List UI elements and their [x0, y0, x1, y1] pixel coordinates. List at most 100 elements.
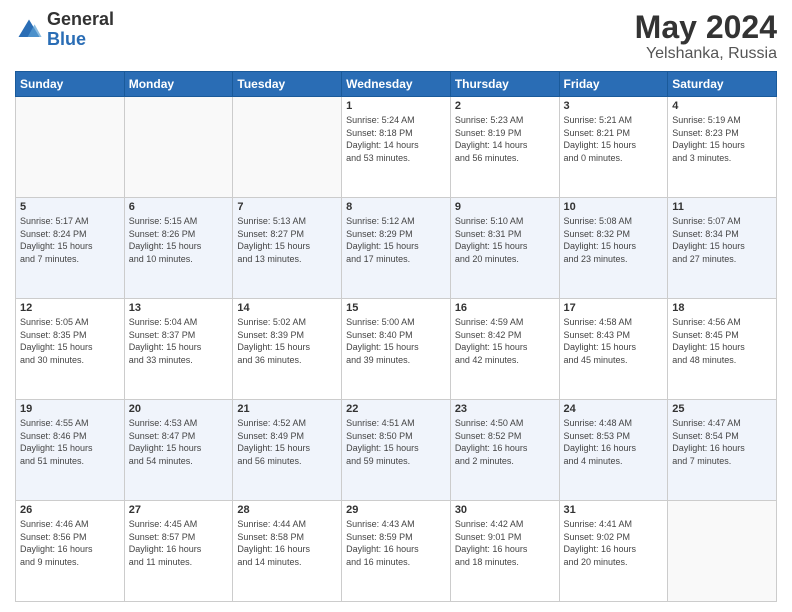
- day-info: Sunrise: 4:53 AMSunset: 8:47 PMDaylight:…: [129, 417, 229, 467]
- day-number: 21: [237, 403, 337, 415]
- day-number: 1: [346, 100, 446, 112]
- day-cell: 14 Sunrise: 5:02 AMSunset: 8:39 PMDayligh…: [233, 299, 342, 400]
- day-info: Sunrise: 4:43 AMSunset: 8:59 PMDaylight:…: [346, 518, 446, 568]
- day-info: Sunrise: 4:51 AMSunset: 8:50 PMDaylight:…: [346, 417, 446, 467]
- day-number: 25: [672, 403, 772, 415]
- day-info: Sunrise: 5:00 AMSunset: 8:40 PMDaylight:…: [346, 316, 446, 366]
- day-cell: 10 Sunrise: 5:08 AMSunset: 8:32 PMDayligh…: [559, 198, 668, 299]
- day-number: 19: [20, 403, 120, 415]
- day-cell: 7Sunrise: 5:13 AMSunset: 8:27 PMDaylight…: [233, 198, 342, 299]
- day-cell: 12 Sunrise: 5:05 AMSunset: 8:35 PMDayligh…: [16, 299, 125, 400]
- day-cell: 20Sunrise: 4:53 AMSunset: 8:47 PMDayligh…: [124, 400, 233, 501]
- day-cell: 28 Sunrise: 4:44 AMSunset: 8:58 PMDayligh…: [233, 501, 342, 602]
- day-cell: 18 Sunrise: 4:56 AMSunset: 8:45 PMDayligh…: [668, 299, 777, 400]
- day-number: 31: [564, 504, 664, 516]
- day-number: 15: [346, 302, 446, 314]
- day-cell: 1 Sunrise: 5:24 AMSunset: 8:18 PMDaylight…: [342, 97, 451, 198]
- day-info: Sunrise: 4:47 AMSunset: 8:54 PMDaylight:…: [672, 417, 772, 467]
- day-number: 14: [237, 302, 337, 314]
- day-info: Sunrise: 4:45 AMSunset: 8:57 PMDaylight:…: [129, 518, 229, 568]
- day-cell: 8 Sunrise: 5:12 AMSunset: 8:29 PMDaylight…: [342, 198, 451, 299]
- day-info: Sunrise: 5:17 AMSunset: 8:24 PMDaylight:…: [20, 215, 120, 265]
- day-info: Sunrise: 5:24 AMSunset: 8:18 PMDaylight:…: [346, 114, 446, 164]
- calendar-table: SundayMondayTuesdayWednesdayThursdayFrid…: [15, 71, 777, 602]
- day-number: 3: [564, 100, 664, 112]
- day-info: Sunrise: 4:55 AMSunset: 8:46 PMDaylight:…: [20, 417, 120, 467]
- week-row-3: 12 Sunrise: 5:05 AMSunset: 8:35 PMDayligh…: [16, 299, 777, 400]
- day-info: Sunrise: 4:52 AMSunset: 8:49 PMDaylight:…: [237, 417, 337, 467]
- day-number: 4: [672, 100, 772, 112]
- header-row: SundayMondayTuesdayWednesdayThursdayFrid…: [16, 72, 777, 97]
- day-info: Sunrise: 4:56 AMSunset: 8:45 PMDaylight:…: [672, 316, 772, 366]
- month-year: May 2024: [635, 10, 777, 45]
- logo-general: General: [47, 9, 114, 29]
- day-info: Sunrise: 5:10 AMSunset: 8:31 PMDaylight:…: [455, 215, 555, 265]
- day-number: 28: [237, 504, 337, 516]
- day-info: Sunrise: 4:58 AMSunset: 8:43 PMDaylight:…: [564, 316, 664, 366]
- day-info: Sunrise: 4:59 AMSunset: 8:42 PMDaylight:…: [455, 316, 555, 366]
- day-cell: 16 Sunrise: 4:59 AMSunset: 8:42 PMDayligh…: [450, 299, 559, 400]
- day-number: 23: [455, 403, 555, 415]
- logo-icon: [15, 16, 43, 44]
- day-cell: 21 Sunrise: 4:52 AMSunset: 8:49 PMDayligh…: [233, 400, 342, 501]
- col-header-thursday: Thursday: [450, 72, 559, 97]
- logo-blue: Blue: [47, 29, 86, 49]
- day-cell: 19 Sunrise: 4:55 AMSunset: 8:46 PMDayligh…: [16, 400, 125, 501]
- day-number: 5: [20, 201, 120, 213]
- day-info: Sunrise: 5:23 AMSunset: 8:19 PMDaylight:…: [455, 114, 555, 164]
- day-info: Sunrise: 5:08 AMSunset: 8:32 PMDaylight:…: [564, 215, 664, 265]
- day-cell: 3 Sunrise: 5:21 AMSunset: 8:21 PMDaylight…: [559, 97, 668, 198]
- day-number: 16: [455, 302, 555, 314]
- day-cell: 22 Sunrise: 4:51 AMSunset: 8:50 PMDayligh…: [342, 400, 451, 501]
- week-row-2: 5 Sunrise: 5:17 AMSunset: 8:24 PMDaylight…: [16, 198, 777, 299]
- day-number: 18: [672, 302, 772, 314]
- page: General Blue May 2024 Yelshanka, Russia …: [0, 0, 792, 612]
- day-cell: [124, 97, 233, 198]
- day-cell: 15 Sunrise: 5:00 AMSunset: 8:40 PMDayligh…: [342, 299, 451, 400]
- day-cell: 26 Sunrise: 4:46 AMSunset: 8:56 PMDayligh…: [16, 501, 125, 602]
- day-cell: [233, 97, 342, 198]
- col-header-friday: Friday: [559, 72, 668, 97]
- day-cell: 17 Sunrise: 4:58 AMSunset: 8:43 PMDayligh…: [559, 299, 668, 400]
- day-number: 26: [20, 504, 120, 516]
- day-cell: 11Sunrise: 5:07 AMSunset: 8:34 PMDayligh…: [668, 198, 777, 299]
- col-header-saturday: Saturday: [668, 72, 777, 97]
- day-cell: [16, 97, 125, 198]
- day-info: Sunrise: 4:44 AMSunset: 8:58 PMDaylight:…: [237, 518, 337, 568]
- day-info: Sunrise: 5:12 AMSunset: 8:29 PMDaylight:…: [346, 215, 446, 265]
- day-cell: 25 Sunrise: 4:47 AMSunset: 8:54 PMDayligh…: [668, 400, 777, 501]
- day-number: 6: [129, 201, 229, 213]
- day-number: 13: [129, 302, 229, 314]
- day-info: Sunrise: 5:07 AMSunset: 8:34 PMDaylight:…: [672, 215, 772, 265]
- day-info: Sunrise: 4:42 AMSunset: 9:01 PMDaylight:…: [455, 518, 555, 568]
- day-number: 27: [129, 504, 229, 516]
- day-number: 12: [20, 302, 120, 314]
- day-cell: 13Sunrise: 5:04 AMSunset: 8:37 PMDayligh…: [124, 299, 233, 400]
- day-info: Sunrise: 5:13 AMSunset: 8:27 PMDaylight:…: [237, 215, 337, 265]
- day-info: Sunrise: 5:05 AMSunset: 8:35 PMDaylight:…: [20, 316, 120, 366]
- day-cell: 31 Sunrise: 4:41 AMSunset: 9:02 PMDayligh…: [559, 501, 668, 602]
- day-cell: [668, 501, 777, 602]
- day-number: 17: [564, 302, 664, 314]
- day-cell: 6 Sunrise: 5:15 AMSunset: 8:26 PMDaylight…: [124, 198, 233, 299]
- col-header-wednesday: Wednesday: [342, 72, 451, 97]
- day-info: Sunrise: 5:15 AMSunset: 8:26 PMDaylight:…: [129, 215, 229, 265]
- day-number: 30: [455, 504, 555, 516]
- day-cell: 27 Sunrise: 4:45 AMSunset: 8:57 PMDayligh…: [124, 501, 233, 602]
- day-info: Sunrise: 5:02 AMSunset: 8:39 PMDaylight:…: [237, 316, 337, 366]
- day-info: Sunrise: 5:21 AMSunset: 8:21 PMDaylight:…: [564, 114, 664, 164]
- day-number: 8: [346, 201, 446, 213]
- day-cell: 4Sunrise: 5:19 AMSunset: 8:23 PMDaylight…: [668, 97, 777, 198]
- day-cell: 2Sunrise: 5:23 AMSunset: 8:19 PMDaylight…: [450, 97, 559, 198]
- day-info: Sunrise: 4:46 AMSunset: 8:56 PMDaylight:…: [20, 518, 120, 568]
- col-header-monday: Monday: [124, 72, 233, 97]
- day-info: Sunrise: 4:41 AMSunset: 9:02 PMDaylight:…: [564, 518, 664, 568]
- week-row-5: 26 Sunrise: 4:46 AMSunset: 8:56 PMDayligh…: [16, 501, 777, 602]
- day-number: 22: [346, 403, 446, 415]
- day-info: Sunrise: 4:48 AMSunset: 8:53 PMDaylight:…: [564, 417, 664, 467]
- day-info: Sunrise: 4:50 AMSunset: 8:52 PMDaylight:…: [455, 417, 555, 467]
- day-number: 10: [564, 201, 664, 213]
- day-number: 9: [455, 201, 555, 213]
- col-header-sunday: Sunday: [16, 72, 125, 97]
- location: Yelshanka, Russia: [635, 45, 777, 63]
